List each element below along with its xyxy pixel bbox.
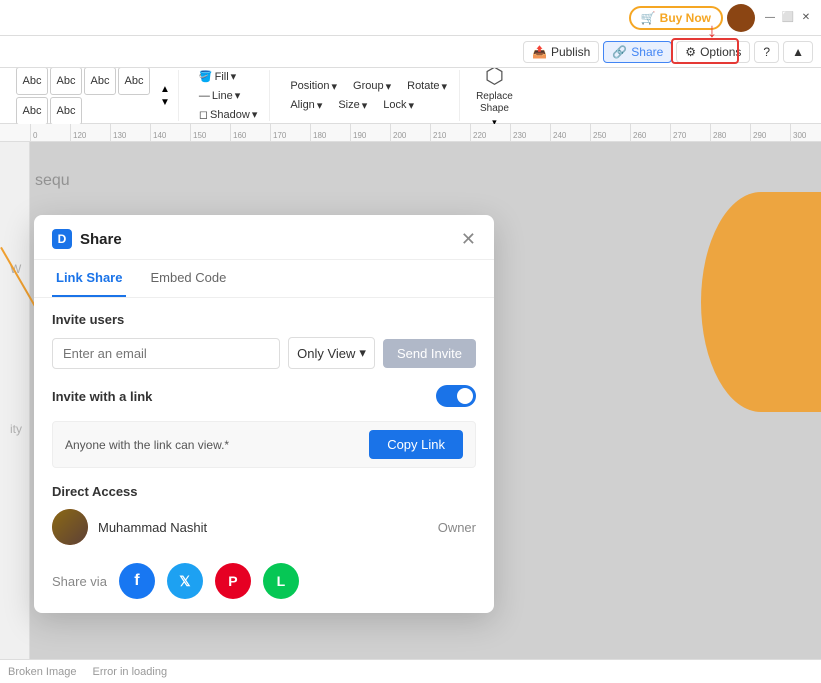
dialog-body: Invite users Only View ▾ Send Invite Inv… [34,298,494,613]
invite-row: Only View ▾ Send Invite [52,337,476,369]
pinterest-share-button[interactable]: P [215,563,251,599]
twitter-icon: 𝕏 [179,573,190,590]
link-copy-row: Anyone with the link can view.* Copy Lin… [52,421,476,468]
invite-link-label: Invite with a link [52,389,152,404]
status-left: Broken Image [8,666,76,678]
dialog-tabs: Link Share Embed Code [34,260,494,298]
invite-link-toggle[interactable] [436,385,476,407]
dialog-title: D Share [52,229,122,249]
dialog-title-text: Share [80,231,122,248]
copy-link-button[interactable]: Copy Link [369,430,463,459]
share-via-row: Share via f 𝕏 P L [52,559,476,599]
share-via-label: Share via [52,574,107,589]
chevron-down-icon: ▾ [359,345,366,361]
dialog-overlay: D Share ✕ Link Share Embed Code Invite u… [0,0,821,651]
tab-link-share[interactable]: Link Share [52,260,126,297]
user-info: Muhammad Nashit [52,509,207,545]
facebook-icon: f [134,572,139,590]
user-role: Owner [438,520,476,535]
send-invite-button[interactable]: Send Invite [383,339,476,368]
view-option-label: Only View [297,346,355,361]
user-avatar [52,509,88,545]
email-input[interactable] [52,338,280,369]
d-logo-icon: D [52,229,72,249]
invite-users-label: Invite users [52,312,476,327]
status-right: Error in loading [92,666,167,678]
link-text: Anyone with the link can view.* [65,438,361,452]
line-share-button[interactable]: L [263,563,299,599]
twitter-share-button[interactable]: 𝕏 [167,563,203,599]
facebook-share-button[interactable]: f [119,563,155,599]
user-name: Muhammad Nashit [98,520,207,535]
share-dialog: D Share ✕ Link Share Embed Code Invite u… [34,215,494,613]
user-row: Muhammad Nashit Owner [52,509,476,545]
pinterest-icon: P [228,573,237,589]
dialog-close-button[interactable]: ✕ [461,230,476,248]
status-bar: Broken Image Error in loading [0,659,821,683]
view-select[interactable]: Only View ▾ [288,337,375,369]
direct-access-label: Direct Access [52,484,476,499]
invite-link-row: Invite with a link [52,385,476,407]
tab-embed-code[interactable]: Embed Code [146,260,230,297]
dialog-header: D Share ✕ [34,215,494,260]
line-icon: L [277,573,286,589]
